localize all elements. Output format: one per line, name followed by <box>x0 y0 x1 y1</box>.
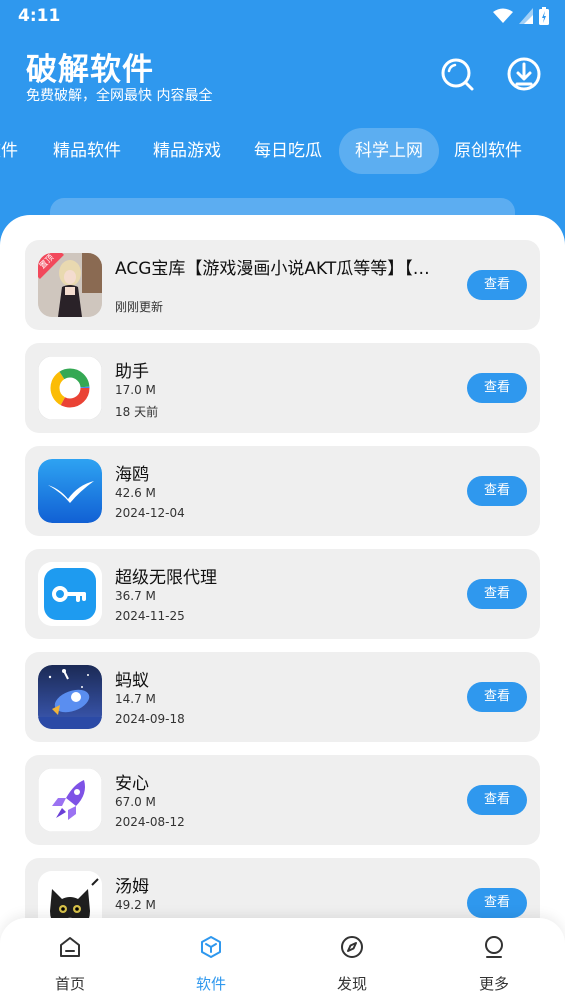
app-date: 2024-08-12 <box>115 815 185 829</box>
search-icon <box>441 58 474 91</box>
app-icon-assistant <box>38 356 102 420</box>
app-size: 17.0 M <box>115 383 156 397</box>
app-icon-seagull <box>38 459 102 523</box>
app-icon-key <box>38 562 102 626</box>
app-date: 2024-12-04 <box>115 506 185 520</box>
battery-icon <box>539 7 549 25</box>
download-button[interactable] <box>504 54 544 94</box>
app-subtitle: 免费破解，全网最快 内容最全 <box>26 88 213 104</box>
signal-icon <box>519 8 533 24</box>
download-icon <box>507 57 541 91</box>
app-name: 超级无限代理 <box>115 568 217 588</box>
app-icon-ant <box>38 665 102 729</box>
view-button[interactable]: 查看 <box>467 476 527 506</box>
nav-software-label: 软件 <box>195 975 226 993</box>
tab-original-software[interactable]: 原创软件 <box>454 128 522 174</box>
view-button[interactable]: 查看 <box>467 682 527 712</box>
view-button[interactable]: 查看 <box>467 373 527 403</box>
status-time: 4:11 <box>18 6 61 26</box>
tab-science-internet[interactable]: 科学上网 <box>339 128 439 174</box>
list-item[interactable]: 蚂蚁 14.7 M 2024-09-18 查看 <box>25 652 540 742</box>
search-button[interactable] <box>437 54 477 94</box>
app-icon-acg: 置顶 <box>38 253 102 317</box>
nav-home[interactable]: 首页 <box>20 918 120 1004</box>
app-name: 安心 <box>115 774 149 794</box>
app-name: 汤姆 <box>115 877 149 897</box>
app-size: 49.2 M <box>115 898 156 912</box>
nav-home-label: 首页 <box>54 975 85 993</box>
status-bar: 4:11 <box>0 0 565 32</box>
app-date: 18 天前 <box>115 405 159 419</box>
app-name: 助手 <box>115 362 149 382</box>
app-name: ACG宝库【游戏漫画小说AKT瓜等等】【… <box>115 259 430 279</box>
nav-more[interactable]: 更多 <box>444 918 544 1004</box>
view-button[interactable]: 查看 <box>467 888 527 918</box>
list-item[interactable]: 置顶 ACG宝库【游戏漫画小说AKT瓜等等】【… 刚刚更新 查看 <box>25 240 540 330</box>
bottom-nav: 首页 软件 发现 更多 <box>0 918 565 1004</box>
app-size: 14.7 M <box>115 692 156 706</box>
home-icon <box>60 937 80 957</box>
app-date: 2024-09-18 <box>115 712 185 726</box>
cube-icon <box>201 936 221 958</box>
app-icon-rocket <box>38 768 102 832</box>
tab-premium-games[interactable]: 精品游戏 <box>153 128 221 174</box>
tab-software-partial[interactable]: 软件 <box>0 128 18 174</box>
nav-discover[interactable]: 发现 <box>302 918 402 1004</box>
app-name: 海鸥 <box>115 465 149 485</box>
user-icon <box>485 936 503 958</box>
app-size: 67.0 M <box>115 795 156 809</box>
view-button[interactable]: 查看 <box>467 785 527 815</box>
nav-discover-label: 发现 <box>336 975 367 993</box>
nav-more-label: 更多 <box>478 975 509 993</box>
compass-icon <box>341 936 363 958</box>
status-icons <box>493 6 549 26</box>
app-name: 蚂蚁 <box>115 671 149 691</box>
app-size: 42.6 M <box>115 486 156 500</box>
app-list: 置顶 ACG宝库【游戏漫画小说AKT瓜等等】【… 刚刚更新 查看 助手 17.0… <box>0 215 565 1004</box>
app-date: 刚刚更新 <box>115 300 164 314</box>
tab-premium-software[interactable]: 精品软件 <box>53 128 121 174</box>
app-title: 破解软件 <box>26 52 154 88</box>
view-button[interactable]: 查看 <box>467 579 527 609</box>
list-item[interactable]: 海鸥 42.6 M 2024-12-04 查看 <box>25 446 540 536</box>
app-size: 36.7 M <box>115 589 156 603</box>
list-item[interactable]: 超级无限代理 36.7 M 2024-11-25 查看 <box>25 549 540 639</box>
nav-software[interactable]: 软件 <box>161 918 261 1004</box>
category-tabs: 软件 精品软件 精品游戏 每日吃瓜 科学上网 原创软件 <box>0 128 565 176</box>
tab-daily-gossip[interactable]: 每日吃瓜 <box>254 128 322 174</box>
view-button[interactable]: 查看 <box>467 270 527 300</box>
list-item[interactable]: 安心 67.0 M 2024-08-12 查看 <box>25 755 540 845</box>
wifi-icon <box>493 8 513 23</box>
list-item[interactable]: 助手 17.0 M 18 天前 查看 <box>25 343 540 433</box>
app-date: 2024-11-25 <box>115 609 185 623</box>
